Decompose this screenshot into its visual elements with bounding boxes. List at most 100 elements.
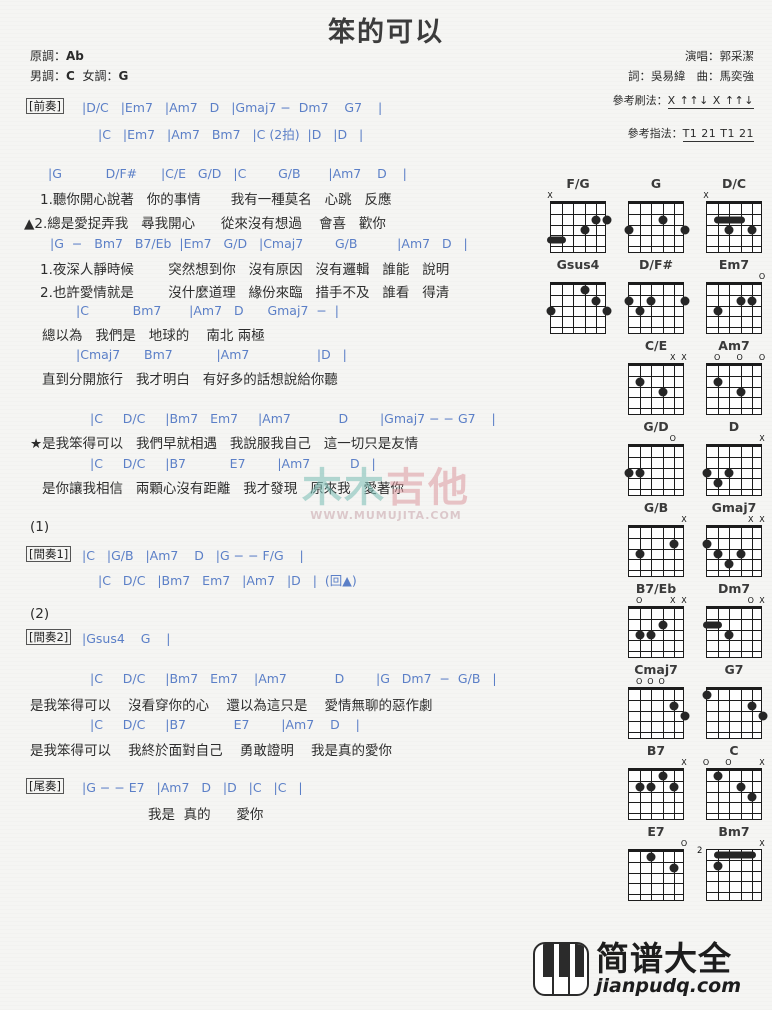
strum-pattern-label: 參考刷法： [612,94,668,107]
female-key-label: 女調： [82,69,119,83]
finger-dot [736,387,746,397]
finger-dot [669,863,679,873]
chord-name: D/C [721,176,747,191]
muted-string-icon: X [670,596,676,605]
strum-pattern-row: 參考刷法：X ↑↑↓ X ↑↑↓ [612,92,754,109]
finger-dot [635,377,645,387]
female-key-value: G [118,69,129,83]
finger-pattern-value: T1 21 T1 21 [682,127,754,142]
muted-string-icon: X [681,758,687,767]
fretboard-grid [628,606,684,658]
original-key-value: Ab [66,49,84,63]
open-string-icon: O [647,677,654,686]
finger-dot [736,549,746,559]
open-string-icon: O [714,353,721,362]
chord-diagram: Em7 O [700,257,768,334]
chord-name: D [728,419,740,434]
fretboard-grid [547,201,612,253]
muted-string-icon: X [681,596,687,605]
open-string-icon: O [636,596,643,605]
finger-dot [646,630,656,640]
chord-name: G/D [643,419,669,434]
string-markers: XX O [628,596,687,606]
finger-dot [602,306,612,316]
finger-dot [724,559,734,569]
finger-dot [713,549,723,559]
watermark-url: WWW.MUMUJITA.COM [310,509,462,522]
chord-line: |C D/C |Bm7 Em7 |Am7 D |Gmaj7 − − G7 | [90,411,496,426]
open-string-icon: O [658,677,665,686]
chord-name: Em7 [718,257,750,272]
chord-line: |C |Em7 |Am7 Bm7 |C (2拍) |D |D | [98,127,364,142]
string-markers: X [628,516,686,525]
credits-block: 演唱：郭采潔 詞：吳易緯 曲：馬奕強 [628,46,754,86]
chord-diagram: E7 O [622,824,690,901]
finger-dot [680,225,690,235]
string-markers: XO [706,597,765,606]
muted-string-icon: X [748,515,754,524]
finger-dot [713,861,723,871]
finger-dot [713,377,723,387]
chord-name: D/F# [639,257,673,272]
chord-diagram: C/E X X [622,338,690,415]
fretboard-grid [624,201,690,253]
finger-dot [602,215,612,225]
logo-url: jianpudq.com [596,975,742,997]
lyric-line: 是我笨得可以 沒看穿你的心 還以為這只是 愛情無聊的惡作劇 [30,698,433,714]
muted-string-icon: X [681,353,687,362]
lyric-line: ▲2.總是愛捉弄我 尋我開心 從來沒有想過 會喜 歡你 [24,216,386,232]
chord-diagram-graphic [702,678,768,739]
muted-string-icon: X [759,839,765,848]
chord-line: |G − Bm7 B7/Eb |Em7 G/D |Cmaj7 G/B |Am7 … [50,236,468,251]
chord-diagram-row: Gsus4 D/F# Em7 O [533,257,768,334]
string-markers: O [706,273,765,282]
logo-name: 简谱大全 [596,939,732,978]
finger-dot [724,225,734,235]
chord-line: |G D/F# |C/E G/D |C G/B |Am7 D | [48,166,407,181]
string-markers: OOO [628,678,684,687]
chord-diagram-graphic: X [703,192,762,253]
finger-pattern-row: 參考指法：T1 21 T1 21 [628,125,754,142]
open-string-icon: O [669,434,676,443]
string-markers: X [628,758,687,768]
finger-dot [658,771,668,781]
string-markers [706,678,762,687]
section-label: [尾奏] [26,778,64,794]
chord-diagram-row: G/B X Gmaj7 X X [533,500,768,577]
finger-dot [680,296,690,306]
chord-diagram-graphic [624,192,690,253]
section-label: [前奏] [26,98,64,114]
open-string-icon: O [736,353,743,362]
watermark-brand-green: 木木 [302,465,386,511]
finger-dot [580,285,590,295]
finger-dot [591,215,601,225]
original-key-row: 原調：Ab [30,46,128,66]
start-fret-number: 2 [697,846,703,856]
finger-dot [702,468,712,478]
chord-diagram-row: C/E X X Am7 O O O [533,338,768,415]
fretboard-grid [628,687,690,739]
chord-name: G7 [724,662,744,677]
chord-name: Cmaj7 [634,662,678,677]
watermark-brand: 木木吉他 [278,468,494,508]
chord-line: |C Bm7 |Am7 D Gmaj7 − | [76,303,339,318]
finger-dot [736,296,746,306]
chord-diagram-graphic [624,273,690,334]
muted-string-icon: X [670,353,676,362]
string-markers: XX [706,515,765,525]
section-label: [間奏2] [26,629,72,645]
open-string-icon: O [725,758,732,767]
finger-dot [624,296,634,306]
fretboard-grid [628,768,684,820]
fretboard-grid [706,768,762,820]
chord-name: G [650,176,662,191]
fretboard-grid [628,363,684,415]
chord-diagram-row: F/G X G D/C X [533,176,768,253]
finger-dot [724,468,734,478]
finger-dot [747,225,757,235]
chord-diagram-row: E7 O Bm7 X 2 [533,824,768,901]
chord-name: F/G [566,176,590,191]
fretboard-grid [702,444,762,496]
lyric-line: (1) [30,519,50,535]
string-markers: OOO [706,353,765,363]
